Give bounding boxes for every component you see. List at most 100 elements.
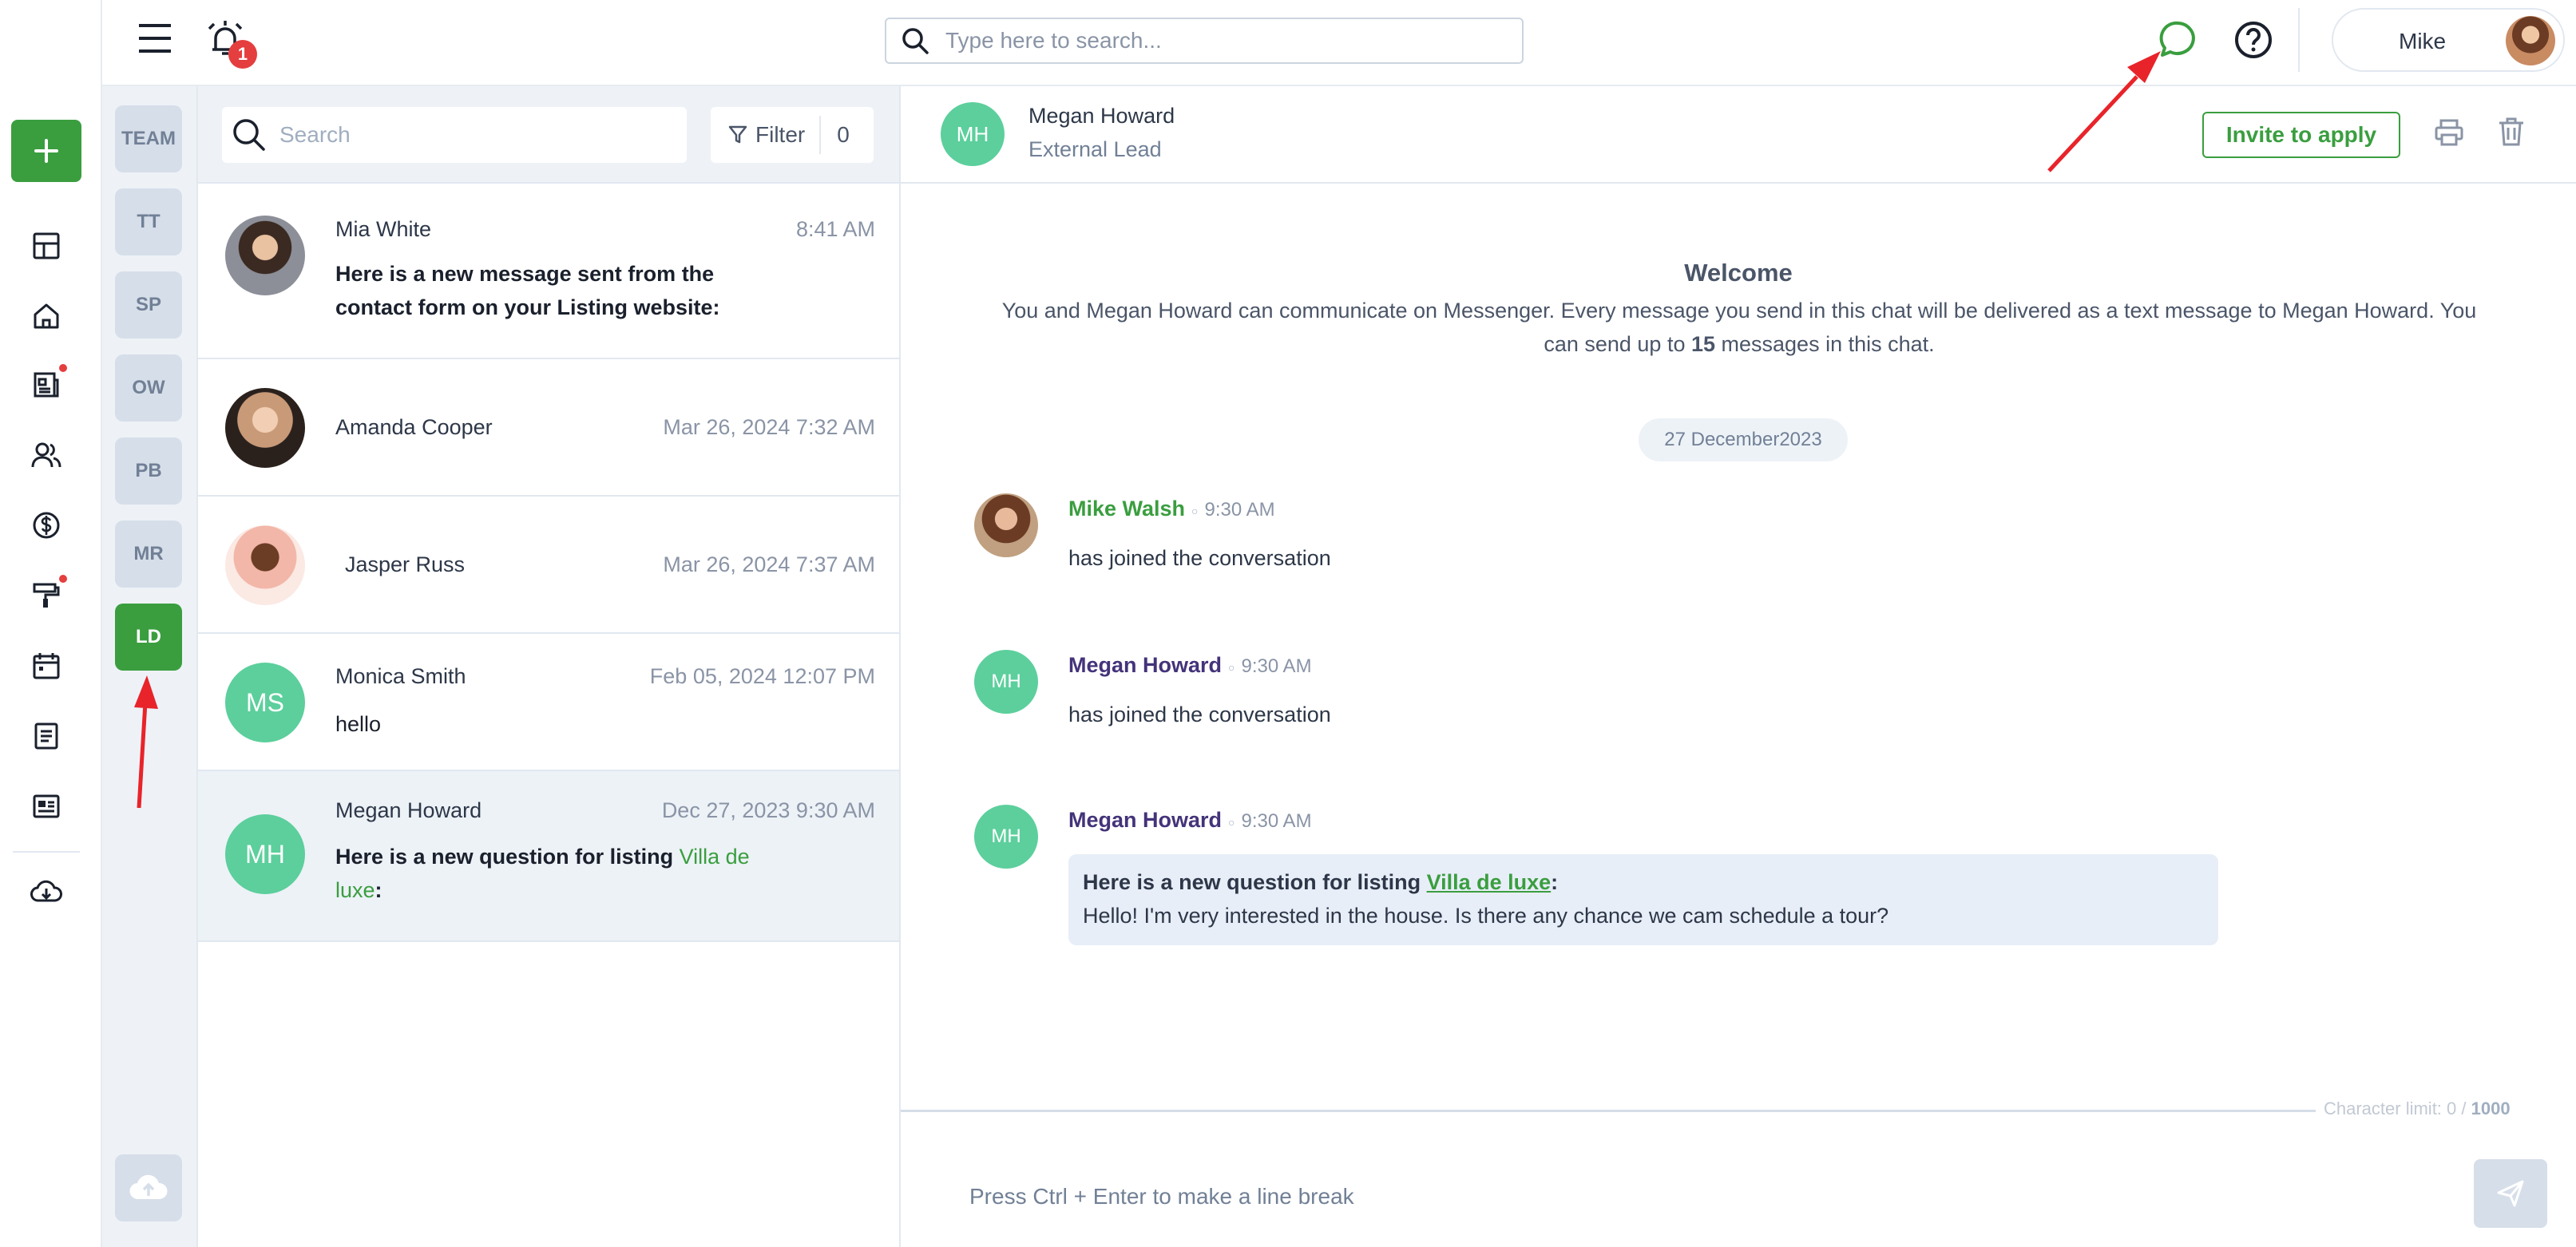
team-pb[interactable]: PB [115,437,182,505]
print-icon [2435,119,2463,146]
send-icon [2497,1180,2524,1207]
conversation-search[interactable] [222,107,687,163]
search-icon [902,28,929,54]
message-time: 9:30 AM [1228,655,1312,677]
preview-text: : [375,878,382,902]
chat-pane: MH Megan Howard External Lead Invite to … [901,86,2576,1247]
conversation-preview: Here is a new question for listing Villa… [335,840,783,907]
menu-icon [139,24,171,53]
welcome-line: You and Megan Howard can communicate on … [1001,299,2477,323]
help-button[interactable] [2233,19,2274,61]
filter-button[interactable]: Filter 0 [711,107,874,163]
team-team[interactable]: TEAM [115,105,182,172]
downloads-nav[interactable] [29,875,64,910]
contact-name: Monica Smith [335,664,466,688]
delete-button[interactable] [2498,117,2525,147]
trash-icon [2499,117,2523,146]
documents-nav[interactable] [29,719,64,754]
team-ld[interactable]: LD [115,604,182,671]
message-bubble: Here is a new question for listing Villa… [1068,854,2218,945]
message-time: 9:30 AM [1191,499,1275,521]
home-icon [34,303,59,329]
message-input[interactable] [968,1178,2485,1215]
listing-link[interactable]: Villa de luxe [1427,870,1552,894]
contact-avatar [225,388,305,468]
message-author: Megan Howard9:30 AM [1068,653,1312,678]
global-search-input[interactable] [944,27,1503,54]
conversation-item[interactable]: Amanda Cooper Mar 26, 2024 7:32 AM [198,359,899,497]
bubble-text: Here is a new question for listing [1083,870,1427,894]
team-mr[interactable]: MR [115,521,182,588]
contact-name: Jasper Russ [345,552,466,576]
sender-avatar [974,493,1038,557]
plus-icon [34,139,58,163]
calendar-nav[interactable] [29,648,64,683]
notification-dot [59,364,67,372]
home-nav[interactable] [29,299,64,334]
marketing-nav[interactable] [29,578,64,613]
billing-nav[interactable] [29,508,64,543]
conversation-search-input[interactable] [278,121,677,148]
team-switcher: TEAM TT SP OW PB MR LD [102,86,198,1247]
contacts-nav[interactable] [29,437,64,473]
sender-avatar: MH [974,805,1038,869]
welcome-title: Welcome [1684,259,1793,287]
welcome-text: You and Megan Howard can communicate on … [981,294,2498,361]
chat-bubble-icon [2159,21,2195,57]
filter-label: Filter [755,122,806,147]
message-time: 9:30 AM [1228,810,1312,832]
composer-divider [901,1110,2316,1112]
messenger-button[interactable] [2158,19,2199,61]
team-tt[interactable]: TT [115,188,182,255]
search-icon [233,119,265,151]
user-menu[interactable]: Mike [2332,8,2565,72]
upload-button[interactable] [115,1154,182,1221]
contact-role: External Lead [1028,137,1162,161]
menu-button[interactable] [137,22,172,54]
sender-avatar: MH [974,650,1038,714]
contact-avatar: MS [225,663,305,742]
help-icon [2235,22,2272,58]
paint-roller-icon [33,583,60,608]
conversation-item[interactable]: MS Monica Smith Feb 05, 2024 12:07 PM he… [198,634,899,771]
conversation-time: Feb 05, 2024 12:07 PM [649,664,875,688]
author-name: Megan Howard [1068,653,1223,677]
listings-nav[interactable] [29,367,64,402]
message-limit: 15 [1690,332,1716,356]
print-button[interactable] [2434,118,2464,147]
dashboard-nav[interactable] [29,228,64,263]
notification-dot [59,575,67,583]
conversation-item-selected[interactable]: MH Megan Howard Dec 27, 2023 9:30 AM Her… [198,771,899,942]
contact-name: Amanda Cooper [335,415,493,439]
global-search[interactable] [885,18,1524,64]
contact-name[interactable]: Megan Howard [1028,104,1175,129]
contact-name: Mia White [335,217,432,241]
message-author: Mike Walsh9:30 AM [1068,497,1275,521]
top-bar: 1 Mike [102,0,2576,86]
contact-avatar [225,216,305,295]
user-name: Mike [2399,29,2447,53]
conversation-preview: Here is a new message sent from the cont… [335,262,720,319]
conversation-item[interactable]: Mia White 8:41 AM Here is a new message … [198,184,899,359]
add-button[interactable] [11,120,81,182]
welcome-line: messages in this chat. [1715,332,1935,356]
main-nav-rail [0,0,102,1247]
char-count: Character limit: 0 / [2324,1099,2471,1118]
conversation-time: Dec 27, 2023 9:30 AM [661,798,875,822]
team-sp[interactable]: SP [115,271,182,338]
bubble-text: : [1551,870,1559,894]
send-button[interactable] [2474,1159,2547,1228]
conversation-item[interactable]: Jasper Russ Mar 26, 2024 7:37 AM [198,497,899,634]
team-ow[interactable]: OW [115,354,182,422]
invite-to-apply-button[interactable]: Invite to apply [2202,112,2400,158]
news-icon [33,794,60,818]
calendar-icon [33,653,60,679]
list-toolbar: Filter 0 [198,86,899,184]
dashboard-icon [33,232,60,259]
filter-count: 0 [819,116,850,154]
contact-name: Megan Howard [335,798,482,822]
news-nav[interactable] [29,789,64,824]
filter-icon [728,125,747,144]
conversation-preview: hello [335,712,382,736]
conversation-time: Mar 26, 2024 7:37 AM [663,552,875,576]
